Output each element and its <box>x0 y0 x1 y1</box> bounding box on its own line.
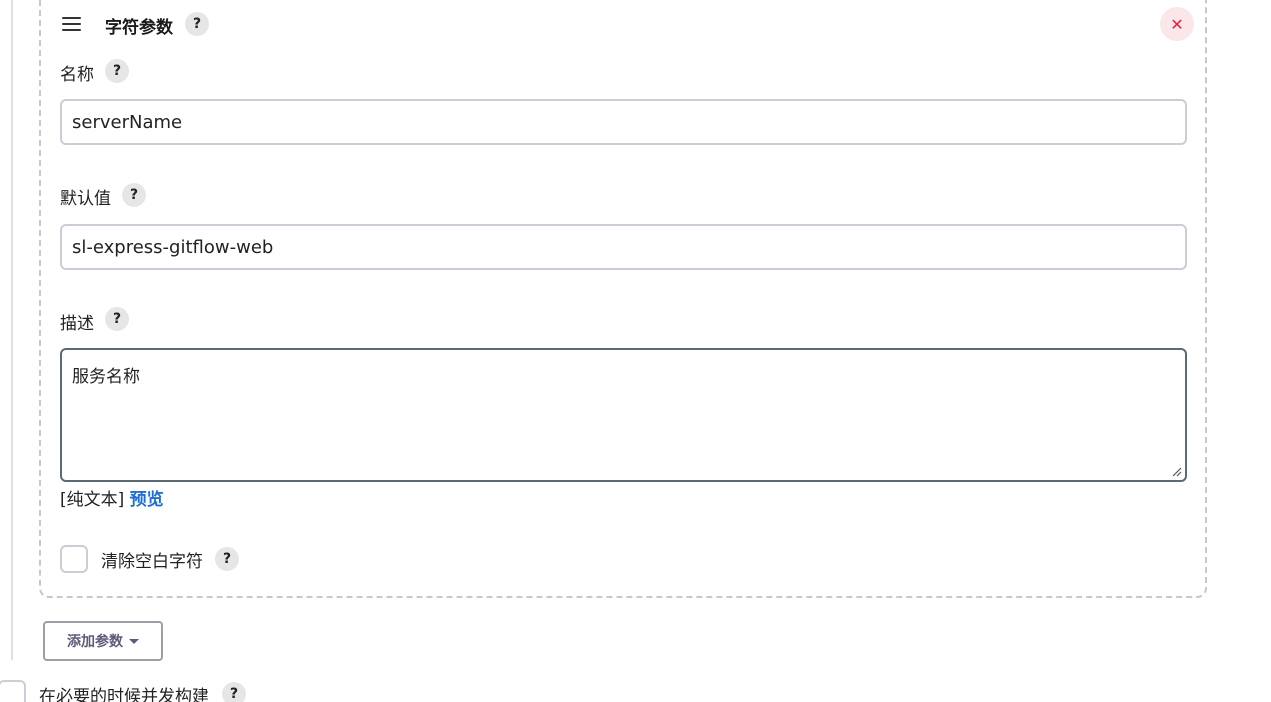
drag-handle-icon[interactable] <box>62 17 81 31</box>
concurrent-build-help-icon[interactable]: ? <box>222 682 246 702</box>
description-textarea-value: 服务名称 <box>72 367 140 387</box>
string-parameter-card <box>39 0 1207 598</box>
description-textarea[interactable]: 服务名称 <box>60 348 1187 482</box>
delete-parameter-button[interactable]: ✕ <box>1160 7 1194 41</box>
trim-help-icon[interactable]: ? <box>215 547 239 571</box>
add-parameter-button[interactable]: 添加参数 <box>43 621 163 661</box>
description-label: 描述 <box>60 314 94 334</box>
card-help-icon[interactable]: ? <box>185 12 209 36</box>
name-label: 名称 <box>60 65 94 85</box>
default-value-input-value: sl-express-gitflow-web <box>72 236 274 258</box>
default-value-input[interactable]: sl-express-gitflow-web <box>60 224 1187 270</box>
trim-checkbox[interactable] <box>60 545 88 573</box>
card-title: 字符参数 <box>105 18 173 38</box>
section-rule <box>11 0 13 660</box>
format-line: [纯文本] 预览 <box>60 485 164 510</box>
default-value-help-icon[interactable]: ? <box>122 183 146 207</box>
name-help-icon[interactable]: ? <box>105 59 129 83</box>
name-input[interactable]: serverName <box>60 99 1187 145</box>
resize-grip-icon[interactable] <box>1172 467 1182 477</box>
name-input-value: serverName <box>72 111 183 133</box>
concurrent-build-checkbox[interactable] <box>0 680 26 702</box>
trim-label: 清除空白字符 <box>101 552 203 572</box>
preview-link[interactable]: 预览 <box>130 490 164 510</box>
plain-text-label: [纯文本] <box>60 490 125 510</box>
add-parameter-label: 添加参数 <box>67 634 123 650</box>
concurrent-build-label: 在必要的时候并发构建 <box>39 687 209 702</box>
default-value-label: 默认值 <box>60 189 111 209</box>
description-help-icon[interactable]: ? <box>105 307 129 331</box>
page: 字符参数 ? ✕ 名称 ? serverName 默认值 ? sl-expres… <box>0 0 1271 702</box>
close-icon: ✕ <box>1170 14 1184 34</box>
caret-down-icon <box>129 638 139 644</box>
